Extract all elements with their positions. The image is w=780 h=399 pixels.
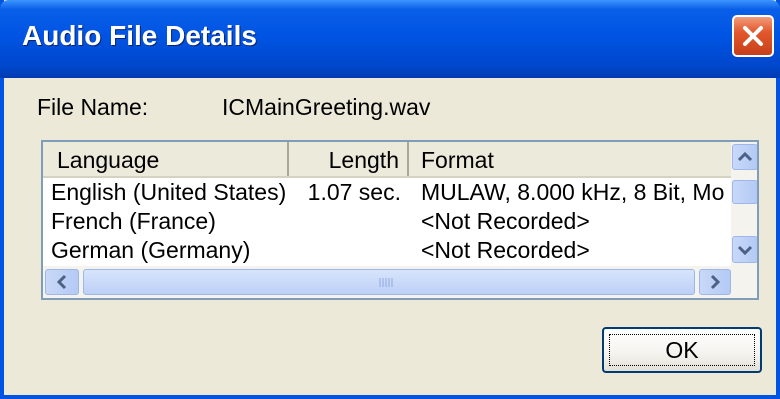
scroll-left-button[interactable]: [45, 269, 79, 295]
table-row[interactable]: German (Germany) <Not Recorded>: [43, 236, 733, 265]
chevron-right-icon: [710, 274, 721, 290]
scroll-right-button[interactable]: [699, 269, 731, 295]
horizontal-scrollbar[interactable]: [43, 266, 757, 298]
cell-language: English (United States): [51, 179, 287, 205]
scroll-down-button[interactable]: [732, 236, 757, 263]
cell-format: <Not Recorded>: [421, 237, 590, 263]
close-button[interactable]: [732, 15, 774, 57]
table-row[interactable]: French (France) <Not Recorded>: [43, 207, 733, 236]
close-icon: [743, 26, 763, 46]
scroll-up-button[interactable]: [732, 144, 757, 170]
list-header: Language Length Format: [43, 142, 733, 178]
chevron-up-icon: [737, 151, 753, 162]
table-row[interactable]: English (United States) 1.07 sec. MULAW,…: [43, 178, 733, 207]
cell-format: MULAW, 8.000 kHz, 8 Bit, Mo: [421, 179, 725, 205]
column-header-length[interactable]: Length: [289, 142, 409, 176]
audio-file-details-dialog: Audio File Details File Name: ICMainGree…: [0, 0, 780, 399]
list-rows: English (United States) 1.07 sec. MULAW,…: [43, 178, 733, 265]
language-list[interactable]: Language Length Format English (United S…: [41, 140, 759, 300]
cell-language: French (France): [51, 208, 216, 234]
grip-icon: [379, 278, 393, 287]
window-title: Audio File Details: [22, 20, 257, 51]
vertical-scrollbar[interactable]: [731, 142, 757, 266]
file-name-value: ICMainGreeting.wav: [222, 94, 431, 120]
file-name-label: File Name:: [37, 94, 149, 120]
ok-button-label: OK: [665, 337, 699, 363]
column-header-language[interactable]: Language: [43, 142, 289, 176]
horizontal-scroll-thumb[interactable]: [83, 269, 695, 295]
chevron-left-icon: [56, 274, 67, 290]
cell-language: German (Germany): [51, 237, 251, 263]
cell-length: 1.07 sec.: [307, 179, 401, 205]
chevron-down-icon: [737, 245, 753, 256]
title-bar[interactable]: Audio File Details: [0, 0, 780, 78]
column-header-format[interactable]: Format: [409, 142, 739, 176]
cell-format: <Not Recorded>: [421, 208, 590, 234]
vertical-scroll-thumb[interactable]: [732, 180, 757, 204]
ok-button[interactable]: OK: [602, 327, 762, 373]
